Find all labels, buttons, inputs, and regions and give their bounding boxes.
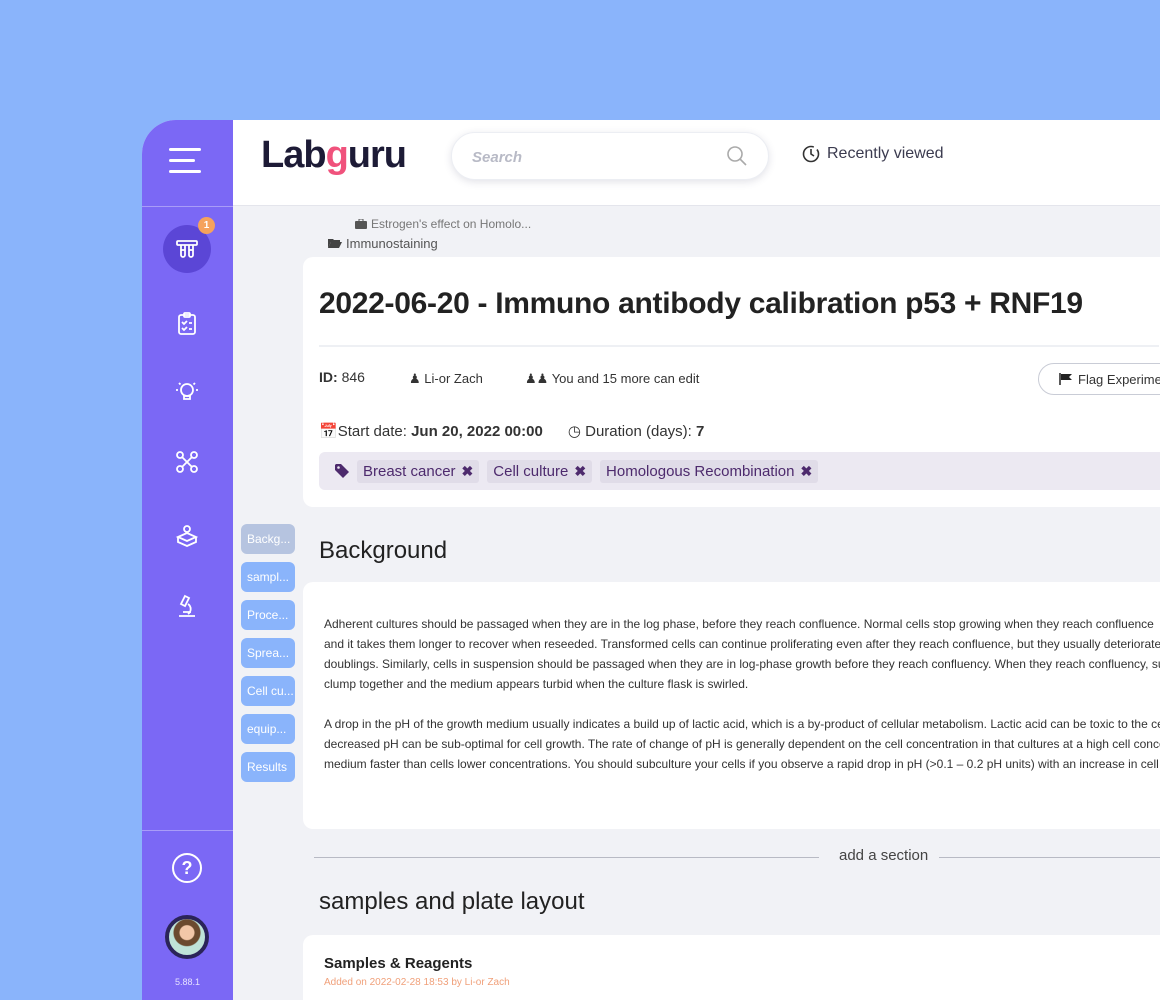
section-tab-samples[interactable]: sampl... xyxy=(241,562,295,592)
search-icon[interactable] xyxy=(726,145,748,167)
samples-card-meta: Added on 2022-02-28 18:53 by Li-or Zach xyxy=(324,977,510,988)
flag-icon xyxy=(1059,373,1072,385)
text-line: medium faster than cells lower concentra… xyxy=(324,757,1160,771)
sidebar-item-ideas[interactable] xyxy=(163,368,211,416)
tag-chip[interactable]: Breast cancer ✖ xyxy=(357,459,480,483)
title-divider xyxy=(319,345,1159,347)
sidebar-item-tasks[interactable] xyxy=(163,300,211,348)
help-icon[interactable]: ? xyxy=(172,853,202,883)
test-tubes-icon xyxy=(176,240,198,258)
notification-badge: 1 xyxy=(198,217,215,234)
clock-icon: ◷ xyxy=(567,423,581,440)
recently-viewed-label: Recently viewed xyxy=(827,145,944,162)
app-version: 5.88.1 xyxy=(174,977,201,987)
tag-chip[interactable]: Cell culture ✖ xyxy=(487,459,593,483)
section-tab-background[interactable]: Backg... xyxy=(241,524,295,554)
sidebar-item-inventory[interactable] xyxy=(163,512,211,560)
remove-tag-icon[interactable]: ✖ xyxy=(800,463,812,480)
section-heading-samples[interactable]: samples and plate layout xyxy=(319,888,585,916)
users-icon: ♟♟ xyxy=(525,371,549,386)
sharing-label: You and 15 more can edit xyxy=(551,371,700,386)
briefcase-icon xyxy=(355,219,367,229)
tag-icon xyxy=(335,464,349,478)
labguru-logo[interactable]: Labguru xyxy=(261,134,407,177)
start-date-label: Start date: xyxy=(337,423,407,440)
sidebar-item-network[interactable] xyxy=(163,438,211,486)
user-icon: ♟ xyxy=(409,371,421,386)
section-tab-spreadsheet[interactable]: Sprea... xyxy=(241,638,295,668)
sharing-info[interactable]: ♟♟ You and 15 more can edit xyxy=(525,371,699,387)
sidebar-divider xyxy=(142,206,233,207)
experiment-dates: 📅Start date: Jun 20, 2022 00:00 ◷ Durati… xyxy=(319,422,704,440)
experiment-id: ID: 846 xyxy=(319,369,365,385)
tag-chip[interactable]: Homologous Recombination ✖ xyxy=(600,459,819,483)
top-header: Labguru Recently viewed xyxy=(233,120,1160,206)
tag-label: Breast cancer xyxy=(363,462,456,480)
divider-line xyxy=(939,857,1160,858)
folder-open-icon xyxy=(328,239,342,248)
box-location-icon xyxy=(175,525,199,547)
divider-line xyxy=(314,857,819,858)
section-tab-results[interactable]: Results xyxy=(241,752,295,782)
user-avatar[interactable] xyxy=(165,915,209,959)
flag-label: Flag Experiment xyxy=(1078,371,1160,387)
section-tab-equipment[interactable]: equip... xyxy=(241,714,295,744)
search-box[interactable] xyxy=(451,132,769,180)
tag-label: Cell culture xyxy=(493,462,569,480)
background-paragraph-1: Adherent cultures should be passaged whe… xyxy=(324,614,1160,694)
microscope-icon xyxy=(179,594,195,617)
recently-viewed-button[interactable]: Recently viewed xyxy=(801,144,944,164)
add-section-button[interactable]: add a section xyxy=(314,847,1160,867)
section-heading-background[interactable]: Background xyxy=(319,537,447,565)
experiment-header-card: 2022-06-20 - Immuno antibody calibration… xyxy=(303,257,1160,507)
sidebar-item-experiments[interactable]: 1 xyxy=(163,217,215,273)
clipboard-icon xyxy=(178,312,196,335)
tags-bar[interactable]: Breast cancer ✖ Cell culture ✖ Homologous … xyxy=(319,452,1160,490)
lightbulb-icon xyxy=(176,382,198,400)
section-tab-cell-culture[interactable]: Cell cu... xyxy=(241,676,295,706)
menu-toggle-icon[interactable] xyxy=(169,148,203,174)
sidebar: 1 ? 5.88.1 xyxy=(142,120,233,1000)
sidebar-item-equipment[interactable] xyxy=(163,582,211,630)
duration-value[interactable]: 7 xyxy=(696,423,704,440)
flag-experiment-button[interactable]: Flag Experiment xyxy=(1038,363,1160,395)
text-line: Adherent cultures should be passaged whe… xyxy=(324,617,1154,631)
duration-label: Duration (days): xyxy=(585,423,692,440)
network-nodes-icon xyxy=(176,451,198,473)
samples-card[interactable]: Samples & Reagents Added on 2022-02-28 1… xyxy=(303,935,1160,1000)
breadcrumb-project-label: Estrogen's effect on Homolo... xyxy=(371,217,532,231)
add-section-label[interactable]: add a section xyxy=(839,847,928,864)
owner-info[interactable]: ♟ Li-or Zach xyxy=(409,371,483,387)
tag-label: Homologous Recombination xyxy=(606,462,795,480)
background-paragraph-2: A drop in the pH of the growth medium us… xyxy=(324,714,1160,774)
samples-card-title: Samples & Reagents xyxy=(324,955,473,972)
calendar-icon: 📅 xyxy=(319,423,338,440)
text-line: A drop in the pH of the growth medium us… xyxy=(324,717,1160,731)
app-window: 1 ? 5.88.1 Labguru Recently viewed xyxy=(142,120,1160,1000)
breadcrumb-folder-label: Immunostaining xyxy=(346,236,438,251)
owner-name: Li-or Zach xyxy=(424,371,483,386)
breadcrumb-project[interactable]: Estrogen's effect on Homolo... xyxy=(355,217,531,231)
remove-tag-icon[interactable]: ✖ xyxy=(462,463,474,480)
id-label: ID: xyxy=(319,369,338,385)
search-input[interactable] xyxy=(472,146,712,168)
history-clock-icon xyxy=(802,145,820,163)
text-line: decreased pH can be sub-optimal for cell… xyxy=(324,737,1160,751)
page-title[interactable]: 2022-06-20 - Immuno antibody calibration… xyxy=(319,287,1083,321)
start-date-value[interactable]: Jun 20, 2022 00:00 xyxy=(411,423,543,440)
text-line: doublings. Similarly, cells in suspensio… xyxy=(324,657,1160,671)
id-value: 846 xyxy=(341,369,365,385)
background-text-card[interactable]: Adherent cultures should be passaged whe… xyxy=(303,582,1160,829)
section-tab-procedure[interactable]: Proce... xyxy=(241,600,295,630)
text-line: clump together and the medium appears tu… xyxy=(324,677,749,691)
remove-tag-icon[interactable]: ✖ xyxy=(574,463,586,480)
text-line: and it takes them longer to recover when… xyxy=(324,637,1160,651)
sidebar-divider xyxy=(142,830,233,831)
breadcrumb-folder[interactable]: Immunostaining xyxy=(328,236,438,251)
